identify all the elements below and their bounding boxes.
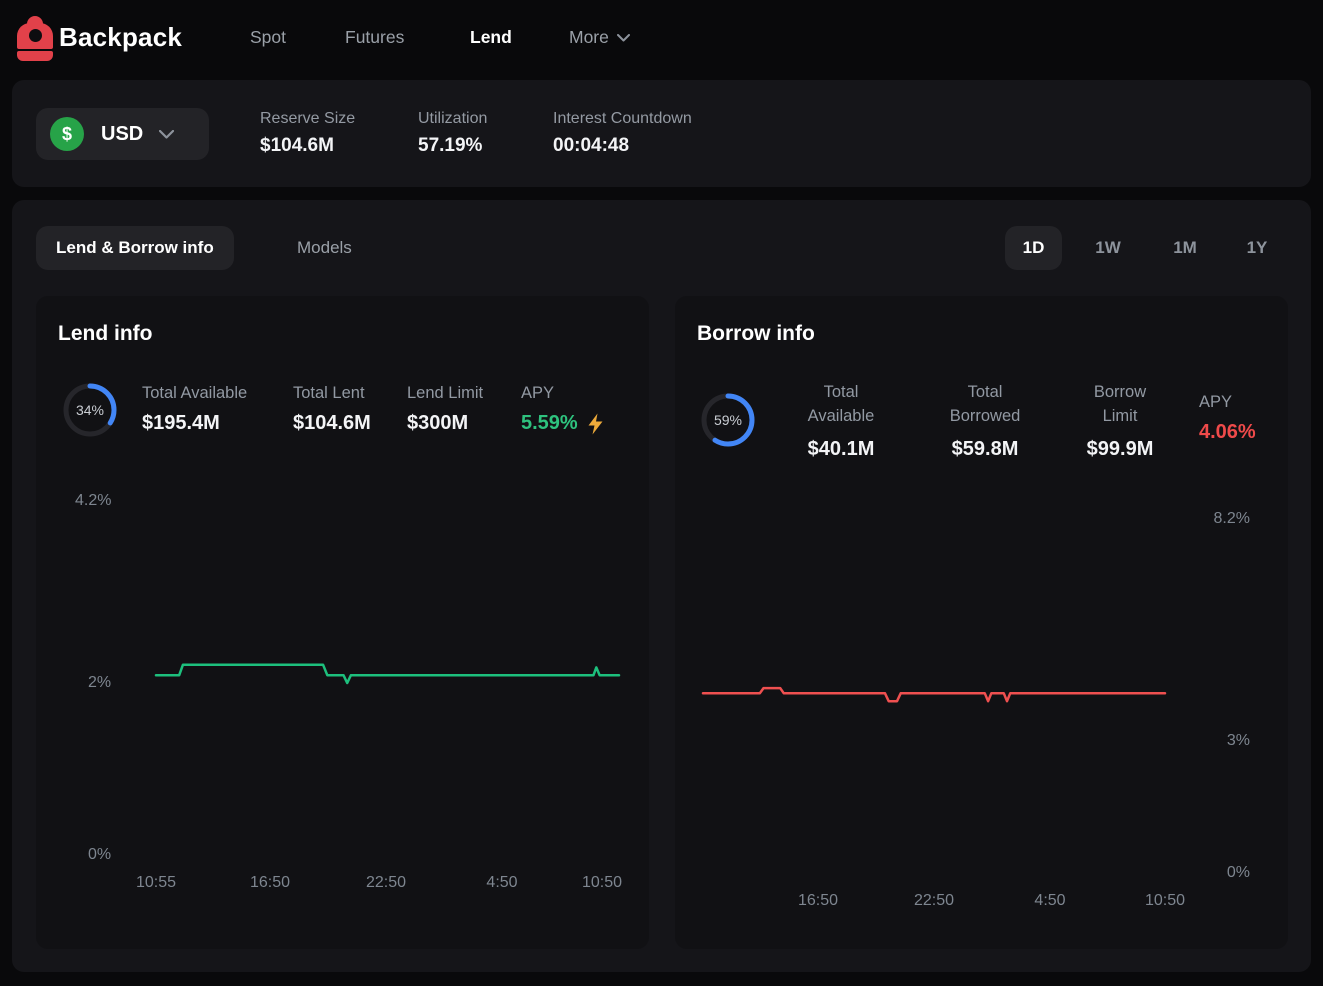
chevron-down-icon	[617, 34, 630, 42]
backpack-logo-icon[interactable]	[17, 16, 53, 61]
stat-label: Reserve Size	[260, 110, 355, 128]
lend-stat-lend-limit: Lend Limit $300M	[407, 384, 483, 435]
stat-value: 57.19%	[418, 135, 487, 157]
borrow-card-title: Borrow info	[697, 322, 815, 346]
y-tick: 3%	[1186, 732, 1250, 750]
x-tick: 22:50	[354, 874, 418, 892]
y-tick: 4.2%	[75, 492, 111, 510]
nav-item-more[interactable]: More	[569, 27, 630, 48]
brand-name[interactable]: Backpack	[59, 22, 182, 53]
range-button-1m[interactable]: 1M	[1160, 226, 1210, 270]
dollar-icon: $	[50, 117, 84, 151]
gauge-percent-label: 59%	[700, 392, 756, 448]
range-button-1d[interactable]: 1D	[1005, 226, 1062, 270]
gauge-percent-label: 34%	[62, 382, 118, 438]
lend-stat-total-lent: Total Lent $104.6M	[293, 384, 371, 435]
y-tick: 2%	[88, 674, 111, 692]
nav-item-futures[interactable]: Futures	[345, 27, 404, 48]
y-tick: 8.2%	[1186, 510, 1250, 528]
x-tick: 16:50	[786, 892, 850, 910]
x-tick: 4:50	[470, 874, 534, 892]
stat-interest-countdown: Interest Countdown 00:04:48	[553, 110, 692, 157]
borrow-apy-value: 4.06%	[1199, 421, 1256, 444]
borrow-info-card: Borrow info 59% TotalAvailable $40.1M To…	[675, 296, 1288, 949]
lightning-bolt-icon	[586, 413, 605, 435]
asset-selector[interactable]: $ USD	[36, 108, 209, 160]
lend-utilization-gauge: 34%	[62, 382, 118, 438]
stat-value: $104.6M	[260, 135, 355, 157]
lend-apy-value: 5.59%	[521, 412, 578, 435]
top-nav: Backpack Spot Futures Lend More	[0, 0, 1323, 78]
y-tick: 0%	[1186, 864, 1250, 882]
lend-stat-total-available: Total Available $195.4M	[142, 384, 247, 435]
y-tick: 0%	[88, 846, 111, 864]
borrow-stat-total-borrowed: TotalBorrowed $59.8M	[915, 380, 1055, 461]
tab-models[interactable]: Models	[277, 226, 372, 270]
asset-stats-panel: $ USD Reserve Size $104.6M Utilization 5…	[12, 80, 1311, 187]
x-tick: 10:50	[570, 874, 634, 892]
borrow-utilization-gauge: 59%	[700, 392, 756, 448]
tab-lend-borrow-info[interactable]: Lend & Borrow info	[36, 226, 234, 270]
borrow-stat-borrow-limit: BorrowLimit $99.9M	[1050, 380, 1190, 461]
stat-label: Interest Countdown	[553, 110, 692, 128]
lend-info-card: Lend info 34% Total Available $195.4M To…	[36, 296, 649, 949]
nav-item-lend[interactable]: Lend	[470, 27, 512, 48]
stat-reserve-size: Reserve Size $104.6M	[260, 110, 355, 157]
stat-label: Utilization	[418, 110, 487, 128]
lend-stat-apy: APY 5.59%	[521, 384, 605, 435]
x-tick: 4:50	[1018, 892, 1082, 910]
x-tick: 10:55	[124, 874, 188, 892]
lend-card-title: Lend info	[58, 322, 152, 346]
x-tick: 10:50	[1133, 892, 1197, 910]
stat-utilization: Utilization 57.19%	[418, 110, 487, 157]
range-button-1y[interactable]: 1Y	[1232, 226, 1282, 270]
borrow-stat-total-available: TotalAvailable $40.1M	[771, 380, 911, 461]
borrow-stat-apy: APY 4.06%	[1199, 393, 1256, 444]
x-tick: 16:50	[238, 874, 302, 892]
stat-value: 00:04:48	[553, 135, 692, 157]
x-tick: 22:50	[902, 892, 966, 910]
nav-item-spot[interactable]: Spot	[250, 27, 286, 48]
asset-selector-label: USD	[101, 123, 143, 146]
main-panel: Lend & Borrow info Models 1D 1W 1M 1Y Le…	[12, 200, 1311, 972]
range-button-1w[interactable]: 1W	[1083, 226, 1133, 270]
chevron-down-icon	[159, 130, 174, 139]
